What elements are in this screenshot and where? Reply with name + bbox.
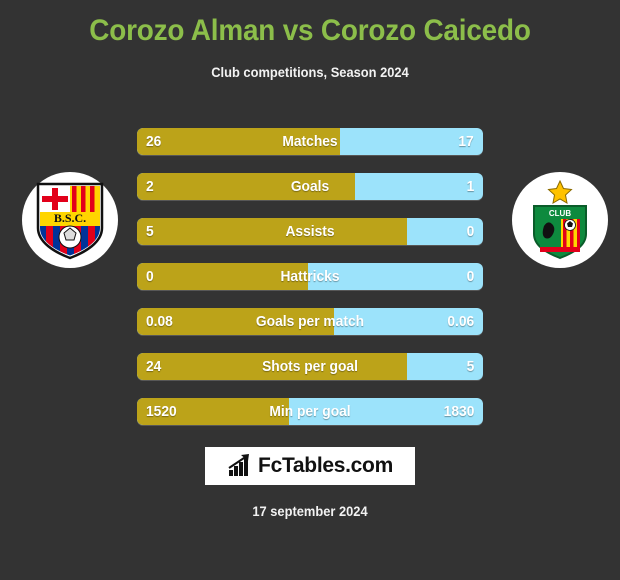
stat-row-min-per-goal: 1520 Min per goal 1830 [137,398,483,425]
svg-text:B.S.C.: B.S.C. [54,211,86,225]
stat-right-value: 1 [466,178,474,195]
stat-right-value: 0 [466,268,474,285]
stat-row-hattricks: 0 Hattricks 0 [137,263,483,290]
stat-label: Min per goal [269,403,351,420]
page-subtitle: Club competitions, Season 2024 [211,64,409,80]
svg-text:CLUB: CLUB [549,209,571,218]
fctables-logo: FcTables.com [205,447,415,485]
infographic-canvas: Corozo Alman vs Corozo Caicedo Club comp… [0,0,620,580]
footer-date: 17 september 2024 [252,503,368,519]
left-team-badge: B.S.C. [22,172,118,268]
stat-label: Matches [282,133,338,150]
barcelona-sc-crest-icon: B.S.C. [36,182,104,260]
stat-row-goals-per-match: 0.08 Goals per match 0.06 [137,308,483,335]
page-title: Corozo Alman vs Corozo Caicedo [89,14,531,47]
stat-row-matches: 26 Matches 17 [137,128,483,155]
stat-right-value: 5 [466,358,474,375]
stat-label: Hattricks [280,268,340,285]
stat-label: Goals [290,178,330,195]
stat-right-value: 1830 [443,403,474,420]
stat-label: Shots per goal [262,358,358,375]
stat-row-shots-per-goal: 24 Shots per goal 5 [137,353,483,380]
right-team-badge: CLUB [512,172,608,268]
stat-row-assists: 5 Assists 0 [137,218,483,245]
stat-label: Goals per match [255,313,365,330]
stat-right-value: 0 [466,223,474,240]
bar-chart-icon [228,454,250,476]
stat-right-value: 17 [458,133,474,150]
logo-text: FcTables.com [258,454,393,477]
stat-right-value: 0.06 [447,313,474,330]
stat-label: Assists [285,223,335,240]
club-deportivo-crest-icon: CLUB [533,180,587,260]
stats-bar-list: 26 Matches 17 2 Goals 1 5 Assists 0 0 Ha… [137,128,483,443]
stat-row-goals: 2 Goals 1 [137,173,483,200]
